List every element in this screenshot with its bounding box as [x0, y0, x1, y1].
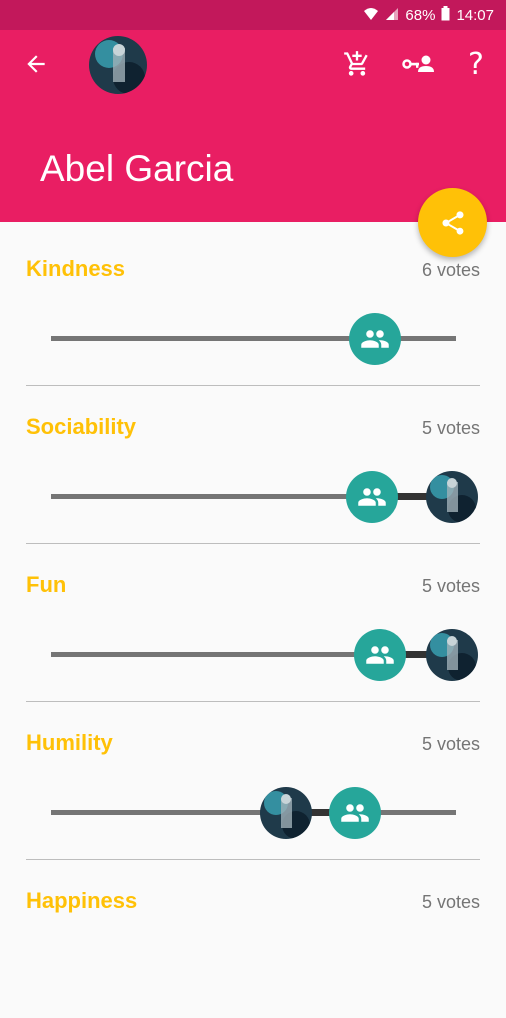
status-bar: 68% 14:07 — [0, 0, 506, 30]
signal-icon — [385, 7, 399, 24]
trait-votes: 5 votes — [421, 734, 480, 754]
group-icon — [358, 488, 386, 506]
group-rating-thumb[interactable] — [354, 629, 406, 681]
person-key-icon — [402, 55, 434, 72]
trait-votes: 6 votes — [421, 260, 480, 280]
trait-sociability: Sociability 5 votes — [0, 386, 506, 544]
share-button[interactable] — [418, 188, 487, 257]
app-bar: ? Abel Garcia — [0, 30, 506, 222]
group-icon — [361, 330, 389, 348]
clock: 14:07 — [456, 6, 494, 24]
rating-slider-track[interactable] — [51, 810, 456, 815]
trait-fun: Fun 5 votes — [0, 544, 506, 702]
add-to-cart-button[interactable] — [339, 46, 375, 82]
battery-level: 68% — [405, 6, 436, 24]
trait-name: Sociability — [26, 414, 137, 439]
arrow-left-icon — [27, 55, 45, 73]
group-icon — [341, 804, 369, 822]
battery-icon — [441, 6, 450, 24]
group-icon — [366, 646, 394, 664]
trait-votes: 5 votes — [421, 576, 480, 596]
trait-happiness: Happiness 5 votes — [0, 860, 506, 1018]
group-rating-thumb[interactable] — [346, 471, 398, 523]
group-rating-thumb[interactable] — [329, 787, 381, 839]
profile-avatar[interactable] — [89, 36, 147, 94]
group-rating-thumb[interactable] — [349, 313, 401, 365]
trait-kindness: Kindness 6 votes — [0, 228, 506, 386]
my-rating-avatar-thumb[interactable] — [426, 629, 478, 681]
add-shopping-cart-icon — [344, 51, 368, 76]
help-icon: ? — [468, 46, 484, 82]
trait-votes: 5 votes — [421, 892, 480, 912]
help-button[interactable]: ? — [458, 46, 494, 82]
trait-humility: Humility 5 votes — [0, 702, 506, 860]
trait-name: Happiness — [26, 888, 138, 913]
trait-name: Humility — [26, 730, 113, 755]
profile-name: Abel Garcia — [40, 148, 234, 189]
manage-person-button[interactable] — [400, 46, 436, 82]
back-button[interactable] — [20, 48, 52, 80]
trait-name: Fun — [26, 572, 67, 597]
wifi-icon — [363, 7, 379, 24]
my-rating-avatar-thumb[interactable] — [426, 471, 478, 523]
trait-votes: 5 votes — [421, 418, 480, 438]
share-icon — [442, 210, 463, 235]
trait-name: Kindness — [26, 256, 126, 281]
my-rating-avatar-thumb[interactable] — [260, 787, 312, 839]
